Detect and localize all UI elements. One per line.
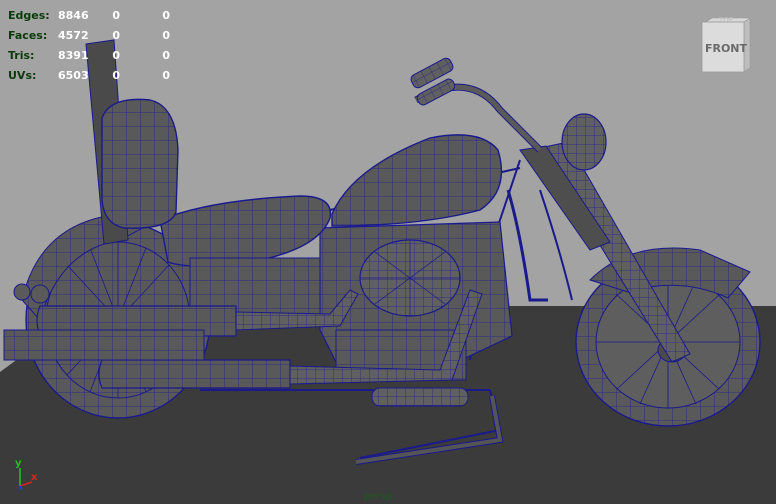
hud-label: Tris: [8, 49, 35, 62]
hud-row-edges: Edges: 8846 0 0 [8, 9, 178, 29]
hud-label: Edges: [8, 9, 50, 22]
hud-value: 4572 [58, 29, 89, 42]
hud-value: 6503 [58, 69, 89, 82]
hud-label: Faces: [8, 29, 48, 42]
hud-value: 0 [162, 69, 170, 82]
viewcube-top-label: TOP [718, 16, 733, 24]
maya-viewport[interactable]: Edges: 8846 0 0 Faces: 4572 0 0 Tris: 83… [0, 0, 776, 504]
hud-value: 8391 [58, 49, 89, 62]
poly-count-hud: Edges: 8846 0 0 Faces: 4572 0 0 Tris: 83… [8, 9, 178, 89]
axis-x-label: x [31, 472, 38, 483]
hud-value: 0 [112, 9, 120, 22]
camera-name-label: persp [364, 491, 393, 502]
hud-value: 0 [162, 49, 170, 62]
hud-label: UVs: [8, 69, 37, 82]
hud-value: 0 [112, 29, 120, 42]
hud-value: 0 [112, 49, 120, 62]
hud-value: 8846 [58, 9, 89, 22]
hud-row-faces: Faces: 4572 0 0 [8, 29, 178, 49]
hud-row-uvs: UVs: 6503 0 0 [8, 69, 178, 89]
hud-value: 0 [162, 9, 170, 22]
axis-y-label: y [15, 458, 22, 469]
hud-value: 0 [162, 29, 170, 42]
hud-row-tris: Tris: 8391 0 0 [8, 49, 178, 69]
viewcube-front-label[interactable]: FRONT [700, 42, 752, 55]
fuel-tank [331, 134, 503, 227]
seat [159, 195, 332, 267]
axis-gizmo-icon [19, 468, 33, 491]
hud-value: 0 [112, 69, 120, 82]
